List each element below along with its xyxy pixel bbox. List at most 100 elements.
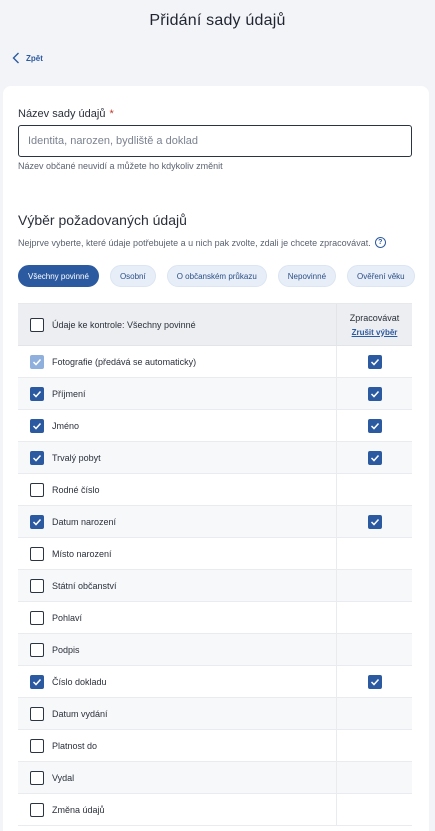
row-label: Datum narození	[52, 516, 117, 527]
row-label: Číslo dokladu	[52, 676, 107, 687]
table-row: Rodné číslo	[18, 474, 412, 506]
process-checkbox[interactable]	[367, 450, 382, 465]
row-process-cell	[336, 538, 412, 569]
row-checkbox[interactable]	[30, 418, 44, 433]
filter-chip[interactable]: Všechny povinné	[18, 265, 99, 287]
table-header-label: Údaje ke kontrole: Všechny povinné	[52, 319, 196, 330]
table-row: Jméno	[18, 410, 412, 442]
row-main-cell: Vydal	[18, 762, 336, 793]
row-checkbox[interactable]	[30, 514, 44, 529]
table-row: Státní občanství	[18, 570, 412, 602]
row-checkbox	[30, 354, 44, 369]
row-process-cell	[336, 410, 412, 441]
filter-chip[interactable]: Osobní	[109, 265, 156, 287]
page-title: Přidání sady údajů	[149, 12, 286, 29]
clear-selection-link[interactable]: Zrušit výběr	[352, 328, 398, 337]
row-checkbox[interactable]	[30, 386, 44, 401]
process-checkbox[interactable]	[367, 514, 382, 529]
row-label: Datum vydání	[52, 708, 108, 719]
row-process-cell	[336, 506, 412, 537]
row-main-cell: Jméno	[18, 410, 336, 441]
row-process-cell	[336, 346, 412, 377]
process-checkbox[interactable]	[367, 386, 382, 401]
row-process-cell	[336, 602, 412, 633]
table-row: Datum narození	[18, 506, 412, 538]
name-field-label: Název sady údajů *	[18, 108, 114, 120]
row-main-cell: Pohlaví	[18, 602, 336, 633]
process-checkbox[interactable]	[367, 674, 382, 689]
row-label: Fotografie (předává se automaticky)	[52, 356, 197, 367]
row-checkbox[interactable]	[30, 610, 44, 625]
table-header-process: Zpracovávat Zrušit výběr	[336, 304, 412, 345]
section-description: Nejprve vyberte, které údaje potřebujete…	[18, 237, 386, 248]
required-mark: *	[109, 108, 114, 120]
row-process-cell	[336, 666, 412, 697]
table-row: Platnost do	[18, 730, 412, 762]
table-row: Číslo dokladu	[18, 666, 412, 698]
row-label: Změna údajů	[52, 804, 105, 815]
row-main-cell: Změna údajů	[18, 794, 336, 825]
help-icon[interactable]: ?	[374, 237, 386, 248]
row-main-cell: Státní občanství	[18, 570, 336, 601]
row-label: Jméno	[52, 420, 80, 431]
row-label: Podpis	[52, 644, 80, 655]
row-checkbox[interactable]	[30, 674, 44, 689]
name-label-text: Název sady údajů	[18, 108, 106, 120]
row-process-cell	[336, 378, 412, 409]
process-checkbox[interactable]	[367, 354, 382, 369]
table-row: Místo narození	[18, 538, 412, 570]
row-main-cell: Trvalý pobyt	[18, 442, 336, 473]
table-row: Datum vydání	[18, 698, 412, 730]
row-process-cell	[336, 794, 412, 825]
row-process-cell	[336, 442, 412, 473]
row-checkbox[interactable]	[30, 802, 44, 817]
row-main-cell: Datum vydání	[18, 698, 336, 729]
section-title: Výběr požadovaných údajů	[18, 212, 187, 228]
row-checkbox[interactable]	[30, 642, 44, 657]
name-hint: Název občané neuvidí a můžete ho kdykoli…	[18, 161, 223, 171]
row-checkbox[interactable]	[30, 450, 44, 465]
page-header: Přidání sady údajů	[0, 0, 435, 42]
row-main-cell: Příjmení	[18, 378, 336, 409]
table-header-main: Údaje ke kontrole: Všechny povinné	[18, 304, 336, 345]
row-main-cell: Datum narození	[18, 506, 336, 537]
row-main-cell: Číslo dokladu	[18, 666, 336, 697]
table-body: Fotografie (předává se automaticky) Příjm…	[18, 346, 412, 826]
filter-chip[interactable]: O občanském průkazu	[166, 265, 267, 287]
filter-chip[interactable]: Ověření věku	[347, 265, 415, 287]
table-row: Vydal	[18, 762, 412, 794]
select-all-checkbox[interactable]	[30, 317, 44, 332]
row-main-cell: Podpis	[18, 634, 336, 665]
row-label: Pohlaví	[52, 612, 83, 623]
row-label: Platnost do	[52, 740, 98, 751]
name-input[interactable]	[18, 125, 412, 157]
chevron-left-icon	[12, 52, 19, 64]
row-checkbox[interactable]	[30, 770, 44, 785]
row-label: Rodné číslo	[52, 484, 100, 495]
row-process-cell	[336, 762, 412, 793]
row-checkbox[interactable]	[30, 482, 44, 497]
back-label: Zpět	[26, 53, 43, 63]
back-link[interactable]: Zpět	[12, 52, 43, 64]
row-process-cell	[336, 698, 412, 729]
row-label: Trvalý pobyt	[52, 452, 101, 463]
section-description-text: Nejprve vyberte, které údaje potřebujete…	[18, 237, 371, 248]
row-main-cell: Místo narození	[18, 538, 336, 569]
row-checkbox[interactable]	[30, 706, 44, 721]
table-row: Fotografie (předává se automaticky)	[18, 346, 412, 378]
table-header: Údaje ke kontrole: Všechny povinné Zprac…	[18, 304, 412, 346]
row-process-cell	[336, 474, 412, 505]
row-label: Místo narození	[52, 548, 112, 559]
filter-chip[interactable]: Nepovinné	[277, 265, 337, 287]
process-header-label: Zpracovávat	[349, 312, 400, 323]
row-label: Státní občanství	[52, 580, 117, 591]
row-checkbox[interactable]	[30, 546, 44, 561]
table-row: Příjmení	[18, 378, 412, 410]
process-checkbox[interactable]	[367, 418, 382, 433]
row-checkbox[interactable]	[30, 738, 44, 753]
row-checkbox[interactable]	[30, 578, 44, 593]
filter-chips: Všechny povinné Osobní O občanském průkazu…	[18, 265, 415, 287]
table-row: Pohlaví	[18, 602, 412, 634]
row-process-cell	[336, 634, 412, 665]
row-label: Příjmení	[52, 388, 86, 399]
